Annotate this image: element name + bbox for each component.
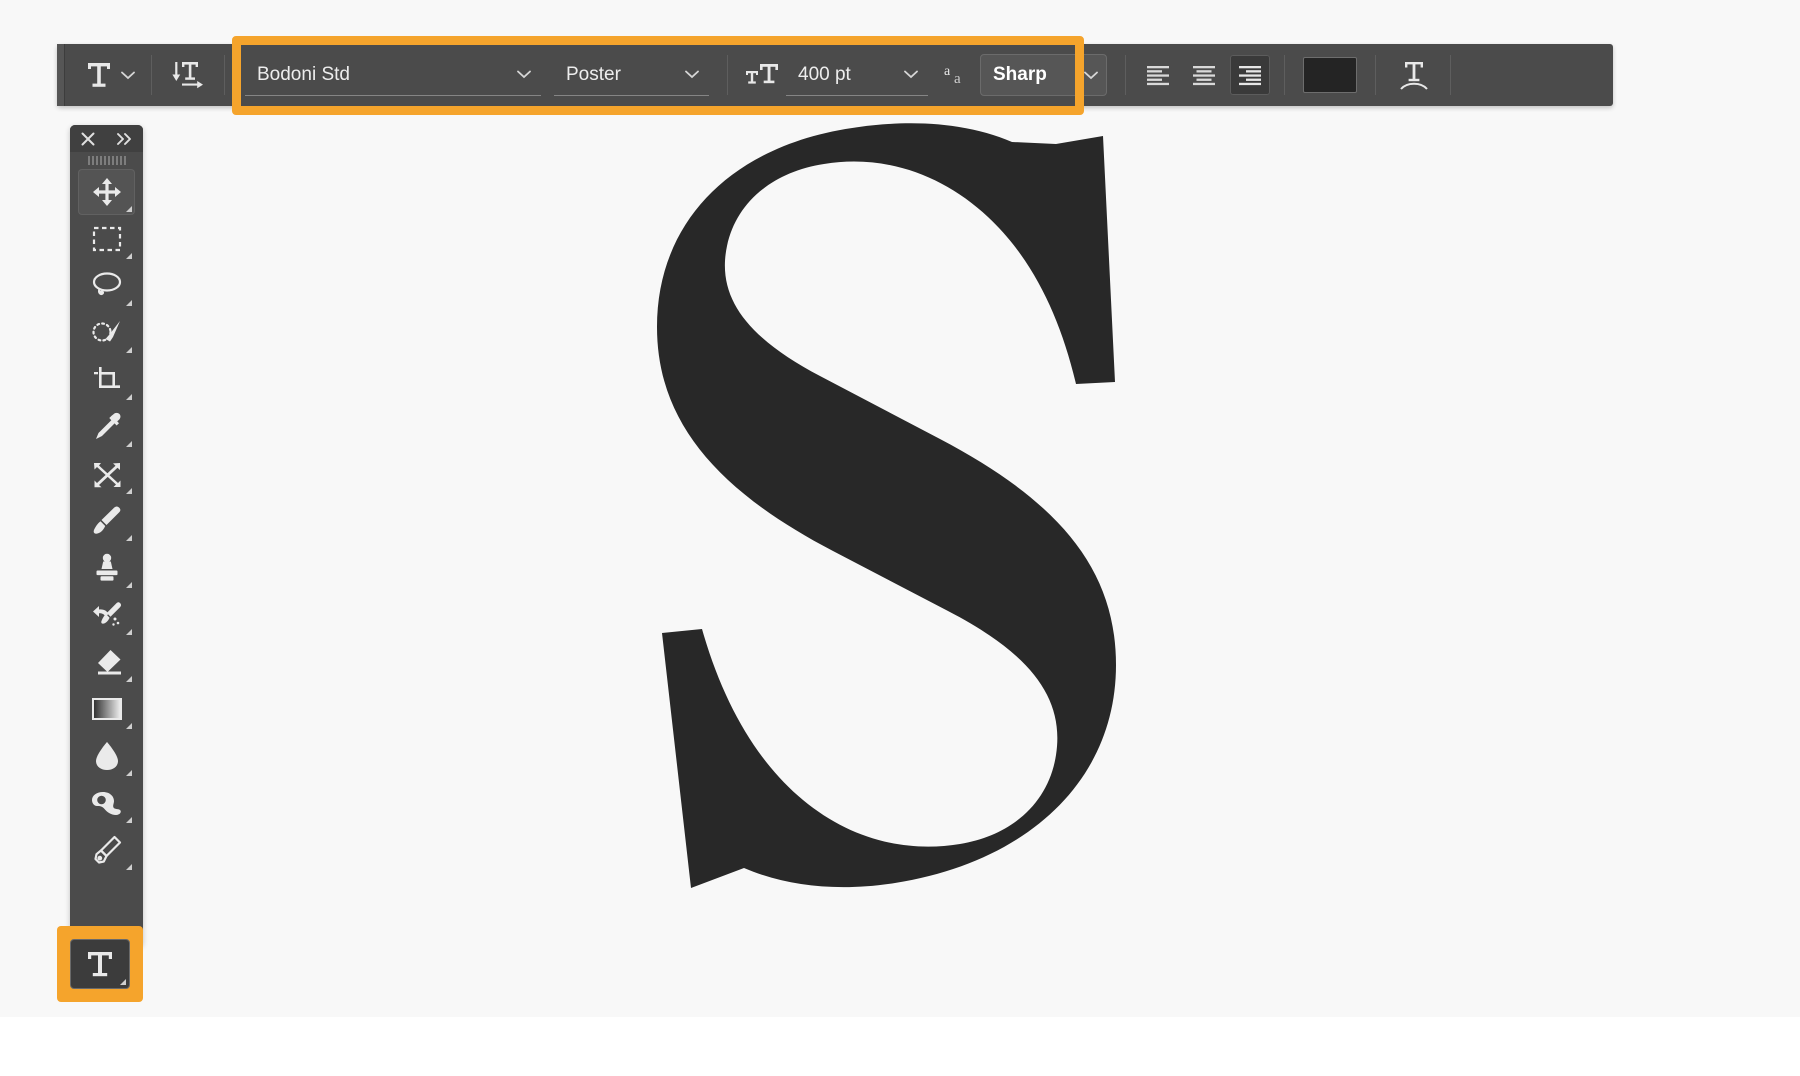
- anti-alias-chevron-down-icon[interactable]: [1082, 66, 1100, 84]
- font-size-group[interactable]: 400 pt: [742, 44, 928, 106]
- type-tool[interactable]: [70, 939, 130, 989]
- divider: [1450, 55, 1451, 95]
- tool-flyout-indicator: [126, 300, 132, 306]
- expand-panel-icon[interactable]: [106, 125, 142, 152]
- font-family-chevron-down-icon[interactable]: [515, 66, 533, 84]
- clone-stamp-tool[interactable]: [78, 545, 135, 591]
- divider: [1284, 55, 1285, 95]
- tool-flyout-indicator: [120, 979, 126, 985]
- history-brush-tool[interactable]: [78, 592, 135, 638]
- document-canvas[interactable]: [0, 0, 1800, 1017]
- rectangular-marquee-tool[interactable]: [78, 216, 135, 262]
- eyedropper-tool[interactable]: [78, 404, 135, 450]
- type-tool-icon: [88, 952, 112, 977]
- quick-selection-tool[interactable]: [78, 310, 135, 356]
- font-size-dropdown[interactable]: 400 pt: [786, 54, 928, 96]
- type-tool-icon[interactable]: [79, 55, 119, 95]
- crop-tool[interactable]: [78, 357, 135, 403]
- tool-flyout-indicator: [126, 253, 132, 259]
- text-layer-glyph-S[interactable]: [520, 120, 1220, 950]
- divider: [727, 55, 728, 95]
- font-style-chevron-down-icon[interactable]: [683, 66, 701, 84]
- tools-panel-header: [70, 125, 143, 152]
- font-size-icon[interactable]: [742, 55, 782, 95]
- anti-alias-icon[interactable]: a a: [938, 55, 978, 95]
- toggle-text-orientation-icon[interactable]: [168, 55, 208, 95]
- font-style-value: Poster: [566, 65, 621, 84]
- gradient-tool[interactable]: [78, 686, 135, 732]
- pen-tool[interactable]: [78, 827, 135, 873]
- highlight-type-tool[interactable]: [57, 926, 143, 1002]
- align-center-button[interactable]: [1184, 55, 1224, 95]
- tool-flyout-indicator: [126, 723, 132, 729]
- move-tool[interactable]: [78, 169, 135, 215]
- photoshop-window: Bodoni Std Poster 400 pt a a Sharp: [0, 0, 1800, 1076]
- tool-flyout-indicator: [126, 582, 132, 588]
- paragraph-alignment-group: [1138, 44, 1270, 106]
- tool-flyout-indicator: [126, 441, 132, 447]
- tool-flyout-indicator: [126, 817, 132, 823]
- warp-text-icon[interactable]: [1394, 55, 1434, 95]
- healing-brush-tool[interactable]: [78, 451, 135, 497]
- eraser-tool[interactable]: [78, 639, 135, 685]
- svg-text:a: a: [954, 71, 961, 87]
- anti-alias-group[interactable]: a a Sharp: [938, 44, 1107, 106]
- align-left-button[interactable]: [1138, 55, 1178, 95]
- tool-flyout-indicator: [126, 206, 132, 212]
- type-tool-options-bar: Bodoni Std Poster 400 pt a a Sharp: [57, 44, 1613, 106]
- text-color-swatch[interactable]: [1303, 57, 1357, 93]
- blur-tool[interactable]: [78, 733, 135, 779]
- tools-panel-drag-handle[interactable]: [70, 152, 143, 169]
- font-family-dropdown[interactable]: Bodoni Std: [245, 54, 541, 96]
- tool-flyout-indicator: [126, 770, 132, 776]
- font-style-dropdown[interactable]: Poster: [554, 54, 709, 96]
- brush-tool[interactable]: [78, 498, 135, 544]
- warp-text-group[interactable]: [1394, 44, 1434, 106]
- align-right-button[interactable]: [1230, 55, 1270, 95]
- tool-flyout-indicator: [126, 676, 132, 682]
- font-family-value: Bodoni Std: [257, 65, 350, 84]
- tool-flyout-indicator: [126, 864, 132, 870]
- dodge-tool[interactable]: [78, 780, 135, 826]
- tool-flyout-indicator: [126, 488, 132, 494]
- tool-flyout-indicator: [126, 347, 132, 353]
- svg-text:a: a: [944, 64, 951, 79]
- font-size-value: 400 pt: [798, 65, 851, 84]
- tool-flyout-indicator: [126, 535, 132, 541]
- anti-alias-value: Sharp: [993, 64, 1047, 85]
- lasso-tool[interactable]: [78, 263, 135, 309]
- font-size-chevron-down-icon[interactable]: [902, 66, 920, 84]
- tools-panel: [70, 125, 143, 946]
- close-icon[interactable]: [70, 125, 106, 152]
- anti-alias-dropdown[interactable]: Sharp: [980, 54, 1107, 96]
- tool-flyout-indicator: [126, 394, 132, 400]
- tool-preset-group[interactable]: [65, 44, 137, 106]
- tool-flyout-indicator: [126, 629, 132, 635]
- tool-preset-chevron-down-icon[interactable]: [119, 66, 137, 84]
- options-bar-drag-handle[interactable]: [57, 44, 65, 106]
- divider: [1375, 55, 1376, 95]
- divider: [151, 55, 152, 95]
- text-color-group[interactable]: [1303, 44, 1357, 106]
- divider: [224, 55, 225, 95]
- divider: [1125, 55, 1126, 95]
- orientation-group[interactable]: [158, 44, 218, 106]
